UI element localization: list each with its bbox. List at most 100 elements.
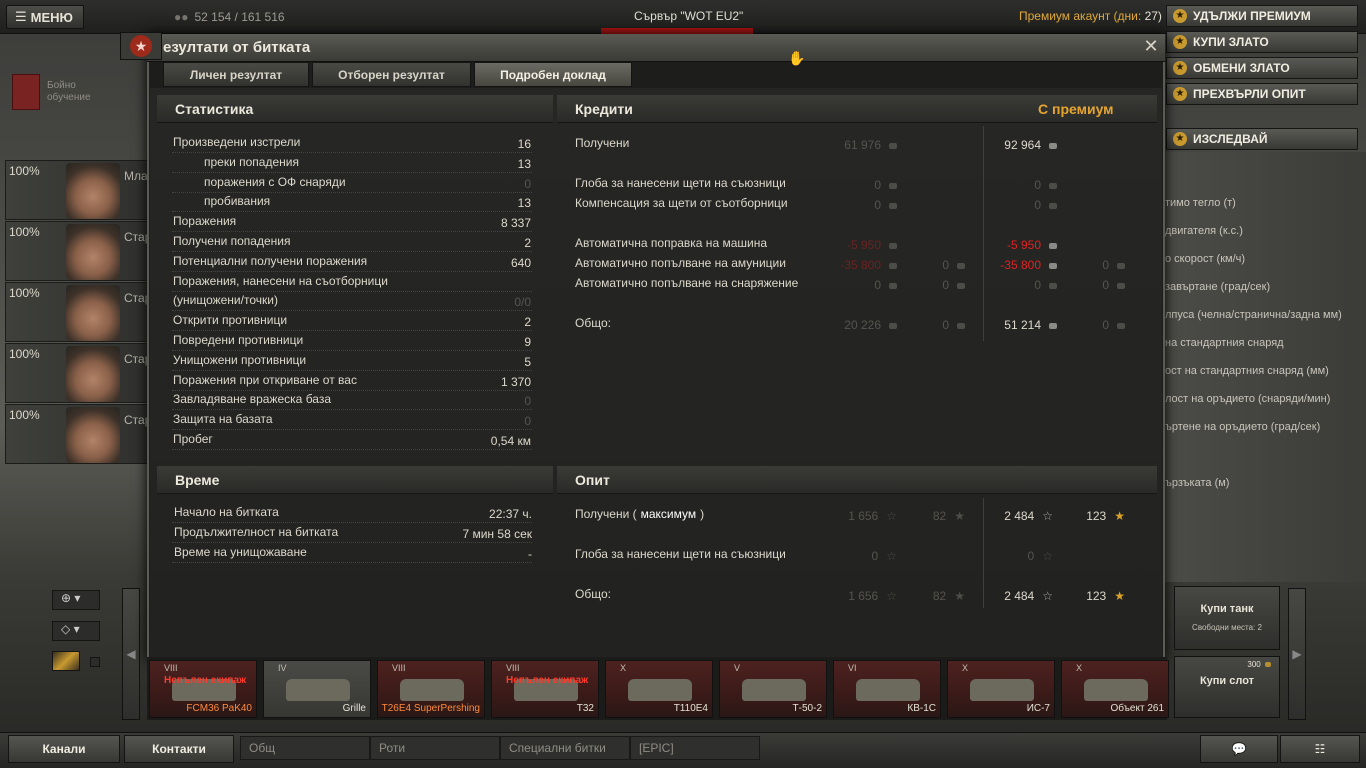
- xp-premium-amount: 2 484: [1004, 509, 1035, 523]
- stats-label: Потенциални получени поражения: [173, 253, 368, 268]
- tank-slot[interactable]: X ИС-7: [947, 660, 1055, 718]
- tank-tier: VIII: [506, 663, 520, 673]
- training-book-icon[interactable]: [12, 74, 40, 110]
- tank-slot[interactable]: VIII T26E4 SuperPershing: [377, 660, 485, 718]
- star-emblem-icon: ★: [120, 32, 162, 60]
- stats-row: Произведени изстрели 16: [172, 135, 532, 153]
- tank-name: Объект 261: [1110, 703, 1164, 714]
- player-stats-value: 52 154 / 161 516: [194, 10, 285, 24]
- buy-tank-button[interactable]: Купи танк Свободни места: 2: [1174, 586, 1280, 650]
- right-menu-button[interactable]: ★ ПРЕХВЪРЛИ ОПИТ: [1166, 83, 1358, 105]
- crew-member-card[interactable]: 100% Стар: [5, 221, 151, 281]
- crew-member-card[interactable]: 100% Стар: [5, 343, 151, 403]
- chat-icon[interactable]: 💬: [1200, 735, 1278, 763]
- stats-row: Поражения, нанесени на съотборници: [172, 274, 532, 292]
- credits-label: Общо:: [575, 316, 611, 330]
- filter-nation-button[interactable]: ⊕ ▾: [52, 590, 100, 610]
- tank-name: T26E4 SuperPershing: [381, 703, 480, 714]
- right-menu-button[interactable]: ★ ИЗСЛЕДВАЙ: [1166, 128, 1358, 150]
- chat-tab-epic[interactable]: [EPIC]: [630, 736, 760, 760]
- crew-skill-percent: 100%: [9, 347, 40, 361]
- xp-premium-free: 123 ★: [1086, 589, 1125, 603]
- stats-row: Получени попадения 2: [172, 234, 532, 252]
- tab-team-result[interactable]: Отборен резултат: [312, 62, 471, 87]
- credits-base-gold: 0: [942, 278, 965, 292]
- stats-row: Потенциални получени поражения 640: [172, 254, 532, 272]
- xp-base-free-amount: 82: [932, 589, 947, 603]
- tank-slot[interactable]: IV Grille: [263, 660, 371, 718]
- chat-tab-companies[interactable]: Роти: [370, 736, 500, 760]
- stats-row: Поражения при откриване от вас 1 370: [172, 373, 532, 391]
- contacts-button[interactable]: Контакти: [124, 735, 234, 763]
- tank-slot[interactable]: X Объект 261: [1061, 660, 1169, 718]
- tank-slot[interactable]: VI КВ-1С: [833, 660, 941, 718]
- right-menu-button[interactable]: ★ УДЪЛЖИ ПРЕМИУМ: [1166, 5, 1358, 27]
- stats-value: 0/0: [514, 295, 531, 310]
- player-stats: ●● 52 154 / 161 516: [174, 10, 285, 24]
- tank-slot[interactable]: V Т-50-2: [719, 660, 827, 718]
- credits-base-amount: 0: [874, 178, 881, 192]
- stats-row: поражения с ОФ снаряди 0: [172, 175, 532, 193]
- players-icon: ●●: [174, 10, 189, 24]
- tab-detailed-report[interactable]: Подробен доклад: [474, 62, 632, 87]
- star-coin-icon: ★: [1173, 9, 1187, 23]
- tank-slot[interactable]: X T110E4: [605, 660, 713, 718]
- close-icon[interactable]: ✕: [1141, 36, 1161, 56]
- right-menu-button[interactable]: ★ КУПИ ЗЛАТО: [1166, 31, 1358, 53]
- crew-member-card[interactable]: 100% Стар: [5, 404, 151, 464]
- chat-tab-special-battles[interactable]: Специални битки: [500, 736, 630, 760]
- stats-row: пробивания 13: [172, 194, 532, 213]
- stats-row: (унищожени/точки) 0/0: [172, 293, 532, 312]
- stats-row: преки попадения 13: [172, 155, 532, 173]
- slot-price: 300: [1247, 660, 1271, 669]
- server-label[interactable]: Сървър "WOT EU2": [634, 9, 743, 23]
- tank-tier: X: [620, 663, 627, 673]
- stats-row: Защита на базата 0: [172, 412, 532, 431]
- gold-coin-icon: [1117, 322, 1125, 329]
- right-menu-button[interactable]: ★ ОБМЕНИ ЗЛАТО: [1166, 57, 1358, 79]
- xp-base-free: 82 ★: [933, 589, 965, 603]
- carousel-scroll-right[interactable]: ▶: [1288, 588, 1306, 720]
- xp-base-value: 1 656 ☆: [848, 589, 897, 603]
- chat-tab-general[interactable]: Общ: [240, 736, 370, 760]
- tank-slot[interactable]: VIII Непълен екипаж T32: [491, 660, 599, 718]
- stats-value: 13: [517, 156, 531, 171]
- filter-checkbox[interactable]: [90, 657, 100, 667]
- premium-label-text: Премиум акаунт (дни:: [1019, 9, 1142, 23]
- stats-label: (унищожени/точки): [173, 293, 278, 308]
- buy-slot-button[interactable]: 300 Купи слот: [1174, 656, 1280, 718]
- credits-label: Автоматично попълване на снаряжение: [575, 276, 799, 290]
- credits-base-amount: 61 976: [844, 138, 881, 152]
- notifications-icon[interactable]: ☷: [1280, 735, 1360, 763]
- time-value: 22:37 ч.: [489, 507, 532, 521]
- gold-coin-icon: [957, 322, 965, 329]
- tab-personal-result[interactable]: Личен резултат: [163, 62, 309, 87]
- credits-base-value: 0: [874, 178, 897, 192]
- xp-premium-free: 123 ★: [1086, 509, 1125, 523]
- training-label[interactable]: Бойно обучение: [47, 80, 107, 104]
- crew-member-card[interactable]: 100% Мла: [5, 160, 149, 220]
- stats-row: Унищожени противници 5: [172, 353, 532, 371]
- filter-type-button[interactable]: ◇ ▾: [52, 621, 100, 641]
- tank-name: КВ-1С: [907, 703, 936, 714]
- xp-premium-value: 2 484 ☆: [1004, 589, 1053, 603]
- time-row: Време на унищожаване -: [172, 545, 532, 563]
- carousel-scroll-left[interactable]: ◀: [122, 588, 140, 720]
- tank-slot[interactable]: VIII Непълен екипаж FCM36 PaK40: [149, 660, 257, 718]
- channels-button[interactable]: Канали: [8, 735, 120, 763]
- credits-label: Автоматично попълване на амуниции: [575, 256, 786, 270]
- stats-label: Поражения: [173, 214, 237, 229]
- credits-base-amount: -35 800: [840, 258, 881, 272]
- crew-skill-percent: 100%: [9, 164, 40, 178]
- credits-premium-amount: 51 214: [1004, 318, 1041, 332]
- filter-premium-icon[interactable]: [52, 651, 80, 671]
- credits-row: Автоматично попълване на снаряжение 0 0 0 0: [573, 276, 1133, 294]
- crew-member-card[interactable]: 100% Стар: [5, 282, 151, 342]
- menu-button[interactable]: ☰ МЕНЮ: [6, 5, 84, 29]
- silver-coin-icon: [1049, 282, 1057, 289]
- tank-tier: X: [962, 663, 969, 673]
- xp-base-free: 82 ★: [933, 509, 965, 523]
- right-menu-label: УДЪЛЖИ ПРЕМИУМ: [1193, 9, 1311, 23]
- tech-param-label: ъртене на оръдието (град/сек): [1165, 421, 1321, 433]
- experience-received-label: Получени (максимум): [575, 507, 704, 521]
